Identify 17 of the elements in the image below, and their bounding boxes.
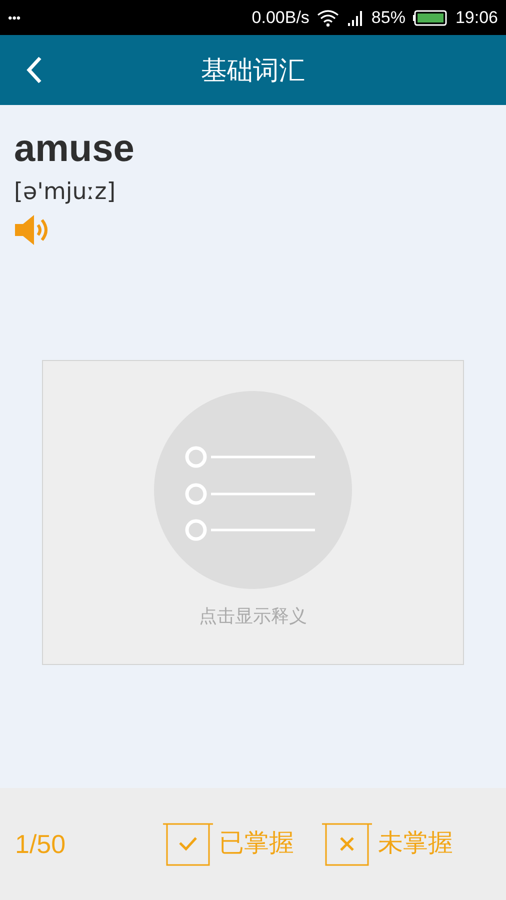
- wifi-icon: [317, 8, 340, 26]
- progress-counter: 1/50: [15, 828, 67, 860]
- page-title: 基础词汇: [201, 54, 305, 86]
- show-definition-hint: 点击显示释义: [199, 604, 307, 628]
- clock: 19:06: [455, 6, 498, 29]
- list-icon: [154, 390, 352, 588]
- battery-percent: 85%: [371, 6, 406, 29]
- definition-card[interactable]: 点击显示释义: [42, 360, 464, 664]
- word-heading: amuse: [14, 127, 134, 171]
- mastered-button[interactable]: 已掌握: [161, 821, 294, 867]
- signal-icon: [347, 10, 364, 26]
- not-mastered-button[interactable]: 未掌握: [320, 821, 453, 867]
- phonetic-text: [ə'mjuːz]: [14, 178, 116, 207]
- network-speed: 0.00B/s: [252, 6, 310, 29]
- battery-icon: [413, 10, 448, 26]
- menu-dots: •••: [8, 10, 21, 26]
- back-icon: [25, 55, 43, 85]
